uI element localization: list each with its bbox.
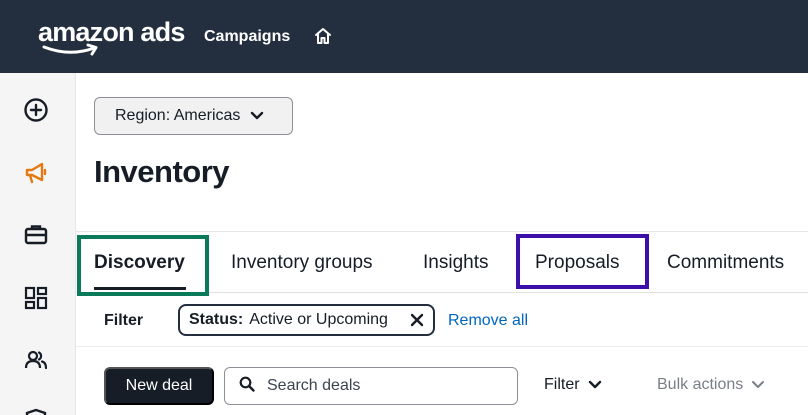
- filter-label: Filter: [104, 312, 144, 329]
- chip-value: Active or Upcoming: [249, 311, 388, 328]
- status-filter-chip[interactable]: Status: Active or Upcoming: [178, 304, 435, 336]
- top-bar: amazon ads Campaigns: [0, 0, 808, 73]
- highlight-box-proposals: [516, 234, 649, 289]
- filter-divider: [76, 346, 808, 347]
- sidebar: [0, 73, 76, 415]
- home-icon[interactable]: [313, 26, 333, 51]
- users-icon[interactable]: [22, 346, 50, 374]
- megaphone-icon[interactable]: [22, 159, 50, 187]
- smile-arrow-icon: [42, 43, 98, 56]
- highlight-box-discovery: [77, 235, 209, 296]
- tab-inventory-groups[interactable]: Inventory groups: [231, 252, 373, 274]
- region-label: Region: Americas: [115, 107, 241, 124]
- close-icon[interactable]: [409, 312, 425, 333]
- remove-all-link[interactable]: Remove all: [448, 312, 528, 330]
- chevron-down-icon: [588, 380, 602, 390]
- page-title: Inventory: [94, 154, 230, 189]
- search-input[interactable]: [267, 377, 507, 395]
- dashboard-icon[interactable]: [22, 284, 50, 312]
- bulk-actions-label: Bulk actions: [657, 376, 744, 393]
- chevron-down-icon: [250, 111, 264, 121]
- filter-dropdown[interactable]: Filter: [544, 376, 602, 394]
- shield-icon[interactable]: [22, 406, 50, 415]
- new-deal-button[interactable]: New deal: [104, 367, 214, 405]
- chip-key: Status:: [189, 311, 244, 328]
- chevron-down-icon: [751, 380, 765, 390]
- tab-insights[interactable]: Insights: [423, 252, 488, 274]
- tabs-top-divider: [76, 231, 808, 232]
- briefcase-icon[interactable]: [22, 221, 50, 249]
- filter-dropdown-label: Filter: [544, 376, 580, 393]
- search-box[interactable]: [224, 367, 518, 405]
- nav-campaigns-link[interactable]: Campaigns: [204, 28, 290, 46]
- search-icon: [239, 376, 255, 397]
- bulk-actions-dropdown[interactable]: Bulk actions: [657, 376, 765, 394]
- tab-commitments[interactable]: Commitments: [667, 252, 784, 274]
- amazon-ads-logo[interactable]: amazon ads: [38, 15, 185, 61]
- region-selector[interactable]: Region: Americas: [94, 97, 293, 135]
- plus-circle-icon[interactable]: [22, 96, 50, 124]
